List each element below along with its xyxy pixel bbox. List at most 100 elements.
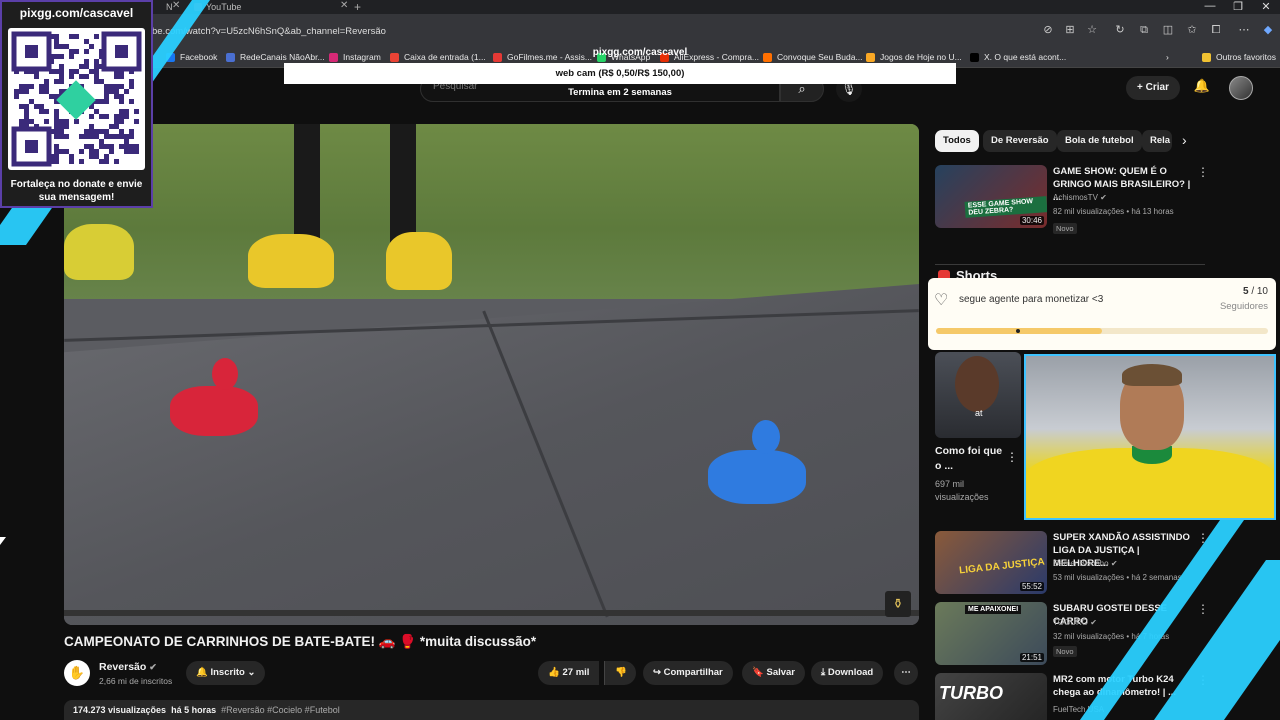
subscribed-button[interactable]: 🔔 Inscrito ⌄: [186, 661, 266, 685]
more-options-icon[interactable]: ⋮: [1197, 602, 1209, 616]
x-icon: [970, 53, 979, 62]
video-title: CAMPEONATO DE CARRINHOS DE BATE-BATE! 🚗 …: [64, 634, 537, 649]
chip-all[interactable]: Todos: [935, 130, 979, 152]
bookmark-gmail[interactable]: Caixa de entrada (1...: [390, 50, 486, 64]
save-button[interactable]: 🔖 Salvar: [742, 661, 806, 685]
video-thumbnail: TURBO: [935, 673, 1047, 720]
close-window-icon[interactable]: ✕: [1254, 0, 1278, 13]
star-icon[interactable]: ☆: [1084, 22, 1100, 38]
shorts-title[interactable]: Como foi que o ...: [935, 444, 1005, 474]
more-icon[interactable]: ⋯: [1236, 22, 1252, 38]
channel-name[interactable]: Reversão ✔: [99, 661, 157, 673]
refresh-icon[interactable]: ↻: [1112, 22, 1128, 38]
qr-code-image: [11, 31, 142, 167]
hashtags[interactable]: #Reversão #Cocielo #Futebol: [221, 705, 340, 715]
bookmark-icon: 🔖: [752, 667, 764, 678]
video-thumbnail: ME APAIXONEI 21:51: [935, 602, 1047, 665]
mat-edge: [64, 610, 919, 616]
dislike-button[interactable]: 👎: [604, 661, 636, 685]
mouse-cursor: [0, 537, 6, 545]
donate-deadline: Termina em 2 semanas: [568, 87, 672, 98]
close-tab-icon[interactable]: ✕: [172, 0, 180, 11]
shorts-views: 697 mil visualizações: [935, 479, 989, 502]
url-field[interactable]: be.com/watch?v=U5zcN6hSnQ&ab_channel=Rev…: [152, 22, 1022, 42]
rec-channel: Gamer Bisonho ✔: [1053, 559, 1118, 568]
collections-icon[interactable]: ⧠: [1208, 22, 1224, 38]
heart-icon: ♡: [934, 292, 949, 309]
bookmark-instagram[interactable]: Instagram: [329, 50, 381, 64]
goal-marker: [1016, 329, 1020, 333]
thumbs-down-icon: 👎: [615, 667, 627, 678]
qr-header: pixgg.com/cascavel: [2, 2, 151, 24]
description-box[interactable]: 174.273 visualizações há 5 horas #Revers…: [64, 700, 919, 720]
download-button[interactable]: ⤓ Download: [811, 661, 884, 685]
shorts-face: [955, 356, 999, 412]
person-shoe: [248, 234, 334, 288]
donate-site: pixgg.com/cascavel: [592, 47, 688, 58]
redecanais-icon: [226, 53, 235, 62]
blue-car-driver: [752, 420, 780, 454]
person-leg: [294, 124, 320, 244]
shorts-thumbnail[interactable]: at: [935, 352, 1021, 438]
bookmark-convoque[interactable]: Convoque Seu Buda...: [763, 50, 863, 64]
bell-icon[interactable]: 🔔: [1192, 78, 1212, 98]
copilot-icon[interactable]: ◆: [1260, 22, 1276, 38]
bell-icon: 🔔: [196, 667, 208, 678]
video-thumbnail: LIGA DA JUSTIÇA 55:52: [935, 531, 1047, 594]
channel-watermark-icon[interactable]: ⚱: [885, 591, 911, 617]
split-icon[interactable]: ◫: [1160, 22, 1176, 38]
person-shoe: [386, 232, 452, 290]
chevron-right-icon[interactable]: ›: [1182, 132, 1187, 148]
chip-related[interactable]: Rela: [1142, 130, 1172, 152]
bookmark-x[interactable]: X. O que está acont...: [970, 50, 1066, 64]
thumbnail-text: TURBO: [939, 683, 1003, 703]
verified-icon: ✔: [1110, 559, 1118, 568]
qr-footer: Fortaleça no donate e envie sua mensagem…: [10, 179, 143, 203]
translate-icon[interactable]: ⊘: [1040, 22, 1056, 38]
more-options-icon[interactable]: ⋮: [1006, 450, 1018, 464]
bookmark-other[interactable]: Outros favoritos: [1202, 50, 1276, 64]
download-icon: ⤓: [821, 667, 826, 678]
verified-icon: ✔: [1090, 618, 1097, 627]
upload-age: há 5 horas: [171, 705, 217, 715]
bookmark-jogos[interactable]: Jogos de Hoje no U...: [866, 50, 962, 64]
duration-badge: 21:51: [1019, 653, 1044, 662]
thumbnail-text: LIGA DA JUSTIÇA: [958, 556, 1046, 577]
goal-text: segue agente para monetizar <3: [959, 294, 1104, 305]
favorites-icon[interactable]: ✩: [1184, 22, 1200, 38]
like-button[interactable]: 👍 27 mil: [538, 661, 600, 685]
chip-football[interactable]: Bola de futebol: [1057, 130, 1142, 152]
video-player[interactable]: ⚱: [64, 124, 919, 625]
list-item[interactable]: ESSE GAME SHOW DEU ZEBRA? 30:46 GAME SHO…: [935, 165, 1275, 234]
bookmark-redecanais[interactable]: RedeCanais NãoAbr...: [226, 50, 325, 64]
thumbnail-text: ESSE GAME SHOW DEU ZEBRA?: [964, 196, 1047, 218]
avatar[interactable]: [1229, 76, 1253, 100]
video-grass: [64, 124, 919, 299]
minimize-icon[interactable]: —: [1198, 0, 1222, 12]
qr-code[interactable]: [8, 28, 145, 170]
red-bumper-car: [170, 386, 258, 436]
webcam-overlay: [1024, 354, 1276, 520]
channel-avatar[interactable]: ✋: [64, 660, 90, 686]
new-tab-icon[interactable]: +: [354, 0, 361, 14]
browser-tab[interactable]: N: [150, 0, 173, 14]
new-badge: Novo: [1053, 646, 1077, 657]
browser-tab-youtube[interactable]: YouTube: [190, 0, 340, 14]
goal-progress-track: [936, 328, 1268, 334]
bookmark-facebook[interactable]: Facebook: [166, 50, 217, 64]
close-tab-icon[interactable]: ✕: [340, 0, 348, 11]
gofilmes-icon: [493, 53, 502, 62]
more-actions-icon[interactable]: ⋯: [894, 661, 918, 685]
chip-from-channel[interactable]: De Reversão: [983, 130, 1057, 152]
rec-meta: 82 mil visualizações • há 13 horas: [1053, 207, 1174, 216]
chevron-right-icon[interactable]: ›: [1166, 50, 1169, 64]
blue-bumper-car: [708, 450, 806, 504]
create-button[interactable]: + Criar: [1126, 76, 1180, 100]
share-button[interactable]: ↪ Compartilhar: [643, 661, 733, 685]
maximize-icon[interactable]: ❐: [1226, 0, 1250, 13]
rec-channel: TOGURO ✔: [1053, 618, 1097, 627]
create-label: Criar: [1145, 82, 1169, 93]
extensions-icon[interactable]: ⧉: [1136, 22, 1152, 38]
more-options-icon[interactable]: ⋮: [1197, 165, 1209, 179]
apps-icon[interactable]: ⊞: [1062, 22, 1078, 38]
